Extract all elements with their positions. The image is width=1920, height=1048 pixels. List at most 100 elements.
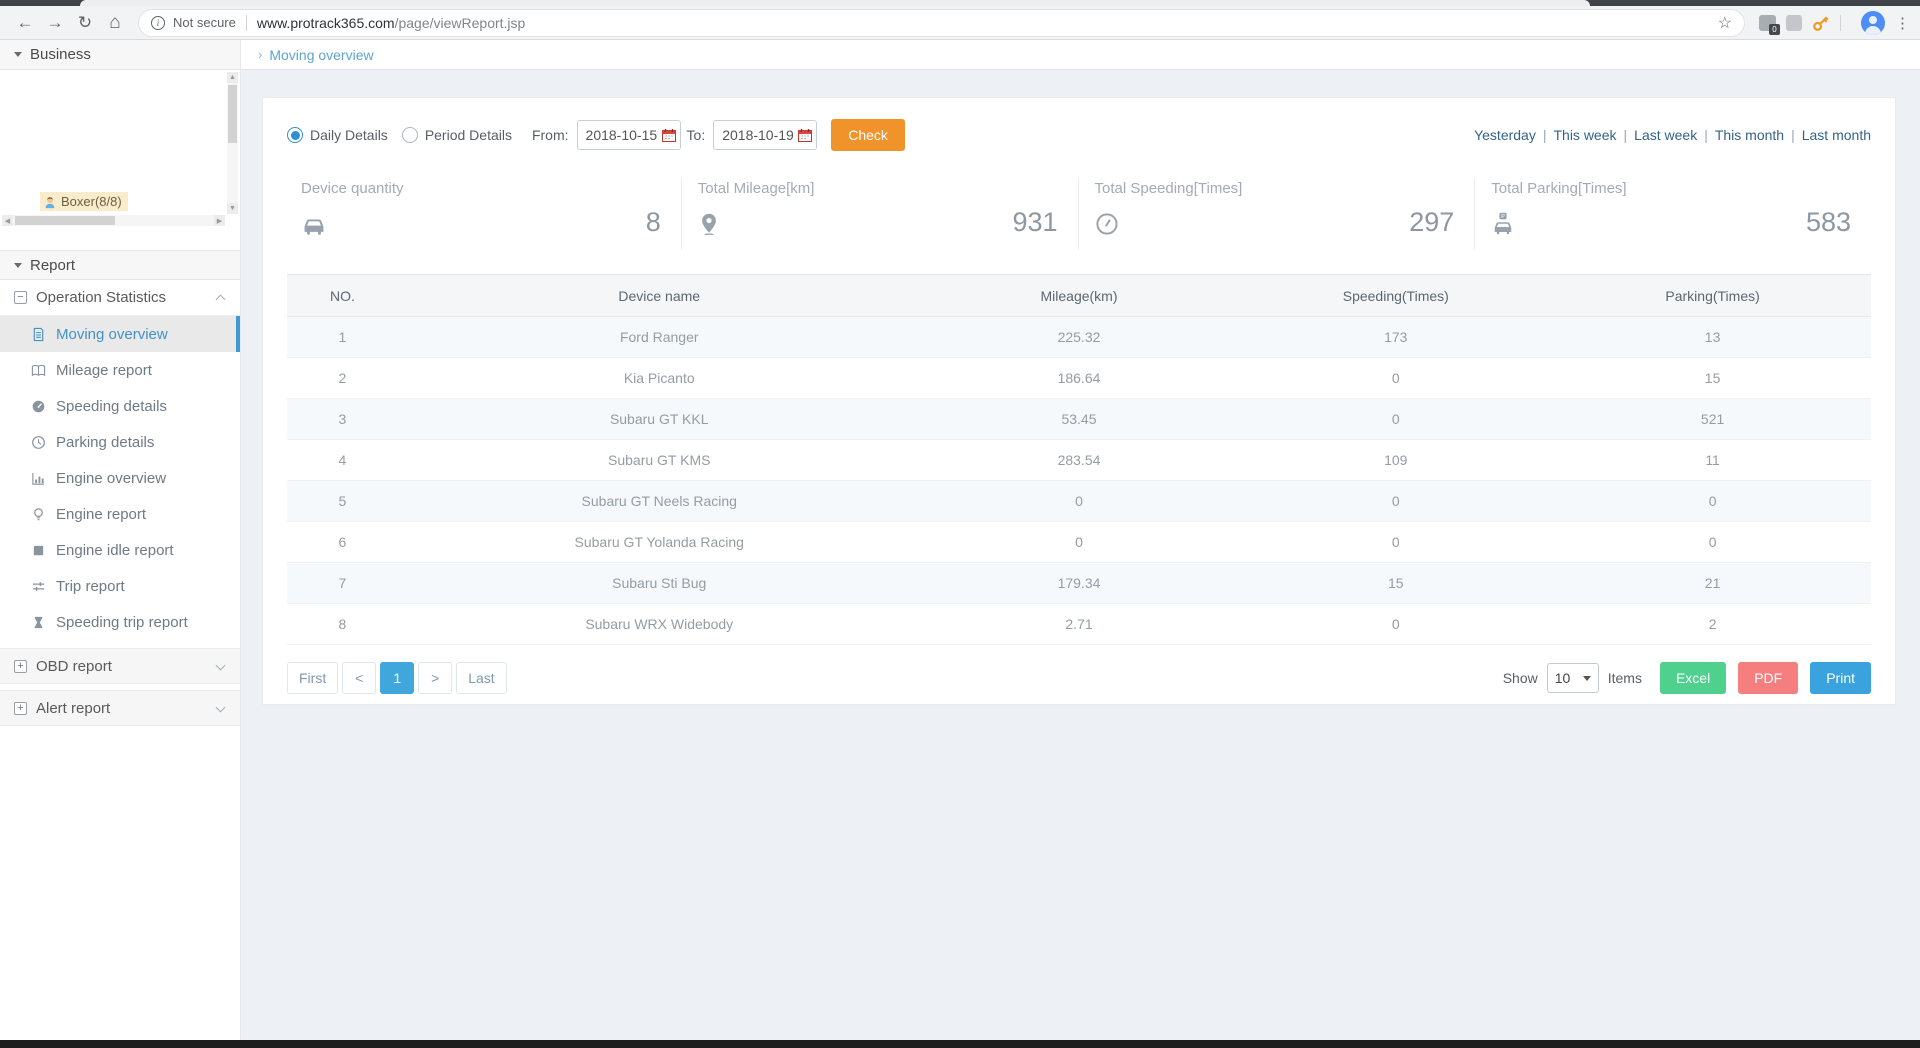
sidebar-item-engine-overview[interactable]: Engine overview bbox=[0, 460, 240, 496]
table-row: 5Subaru GT Neels Racing000 bbox=[287, 481, 1871, 522]
extension-icon-2[interactable] bbox=[1786, 15, 1802, 31]
page-last-button[interactable]: Last bbox=[456, 662, 506, 694]
speedometer-icon bbox=[1095, 212, 1119, 236]
cell-device[interactable]: Subaru WRX Widebody bbox=[398, 604, 921, 645]
stat-total-mileage: Total Mileage[km] 931 bbox=[681, 178, 1078, 250]
sidebar-item-engine-idle-report[interactable]: Engine idle report bbox=[0, 532, 240, 568]
breadcrumb-arrow-icon: › bbox=[258, 47, 262, 62]
cell-device[interactable]: Subaru GT KKL bbox=[398, 399, 921, 440]
browser-menu-icon[interactable]: ⋮ bbox=[1895, 14, 1910, 32]
quick-link[interactable]: Last week bbox=[1634, 127, 1697, 143]
browser-active-tab[interactable] bbox=[80, 0, 1590, 6]
sidebar-header-report[interactable]: Report bbox=[0, 250, 240, 280]
section-alert-report[interactable]: + Alert report bbox=[0, 690, 240, 726]
stat-value: 583 bbox=[1806, 209, 1851, 236]
info-icon[interactable]: i bbox=[151, 16, 165, 30]
sidebar-header-business[interactable]: Business bbox=[0, 40, 240, 70]
cell-no: 8 bbox=[287, 604, 398, 645]
quick-link-separator: | bbox=[1784, 127, 1802, 143]
horizontal-scroll-thumb[interactable] bbox=[15, 216, 115, 225]
from-date-input[interactable] bbox=[586, 127, 658, 143]
url-path: /page/viewReport.jsp bbox=[395, 15, 526, 31]
tree-vertical-scrollbar[interactable]: ▲ ▼ bbox=[227, 72, 238, 214]
scroll-left-icon[interactable]: ◀ bbox=[2, 215, 13, 226]
to-date-input[interactable] bbox=[722, 127, 794, 143]
collapse-box-icon[interactable]: − bbox=[14, 291, 27, 304]
security-label: Not secure bbox=[173, 15, 236, 30]
key-icon[interactable] bbox=[1812, 14, 1830, 32]
quick-link[interactable]: Last month bbox=[1802, 127, 1871, 143]
stat-label: Total Parking[Times] bbox=[1491, 180, 1871, 197]
to-date-field[interactable] bbox=[713, 120, 817, 150]
calendar-icon[interactable] bbox=[798, 128, 812, 142]
page-prev-button[interactable]: < bbox=[342, 662, 376, 694]
select-arrow-icon bbox=[1583, 676, 1591, 681]
section-operation-statistics[interactable]: − Operation Statistics bbox=[0, 280, 240, 316]
quick-link-separator: | bbox=[1617, 127, 1635, 143]
report-table: NO.Device nameMileage(km)Speeding(Times)… bbox=[287, 274, 1871, 645]
breadcrumb: › Moving overview bbox=[241, 40, 1920, 70]
sidebar-item-label: Engine overview bbox=[56, 470, 166, 487]
scroll-right-icon[interactable]: ▶ bbox=[214, 215, 225, 226]
expand-box-icon[interactable]: + bbox=[14, 660, 27, 673]
page-size-select[interactable]: 10 bbox=[1547, 663, 1599, 693]
cell-device[interactable]: Ford Ranger bbox=[398, 317, 921, 358]
back-icon[interactable]: ← bbox=[10, 9, 40, 37]
cell-device[interactable]: Subaru Sti Bug bbox=[398, 563, 921, 604]
sidebar-item-label: Engine idle report bbox=[56, 542, 174, 559]
book-icon bbox=[31, 363, 46, 378]
daily-details-radio[interactable] bbox=[287, 127, 303, 143]
period-details-radio[interactable] bbox=[402, 127, 418, 143]
vertical-scroll-thumb[interactable] bbox=[228, 85, 237, 143]
sidebar-item-speeding-trip-report[interactable]: Speeding trip report bbox=[0, 604, 240, 640]
sidebar-item-moving-overview[interactable]: Moving overview bbox=[0, 316, 240, 352]
collapse-triangle-icon bbox=[14, 52, 22, 57]
quick-link[interactable]: Yesterday bbox=[1474, 127, 1536, 143]
print-button[interactable]: Print bbox=[1810, 662, 1871, 694]
tree-node-boxer[interactable]: Boxer(8/8) bbox=[40, 192, 128, 211]
cell-mileage: 0 bbox=[921, 522, 1238, 563]
forward-icon[interactable]: → bbox=[40, 9, 70, 37]
page-first-button[interactable]: First bbox=[287, 662, 338, 694]
scroll-up-icon[interactable]: ▲ bbox=[227, 72, 238, 83]
scroll-down-icon[interactable]: ▼ bbox=[227, 203, 238, 214]
calendar-icon[interactable] bbox=[662, 128, 676, 142]
cell-no: 4 bbox=[287, 440, 398, 481]
sidebar-item-mileage-report[interactable]: Mileage report bbox=[0, 352, 240, 388]
breadcrumb-label[interactable]: Moving overview bbox=[269, 47, 373, 63]
from-date-field[interactable] bbox=[577, 120, 681, 150]
pdf-button[interactable]: PDF bbox=[1738, 662, 1798, 694]
reload-icon[interactable]: ↻ bbox=[70, 9, 100, 37]
address-bar[interactable]: i Not secure www.protrack365.com/page/vi… bbox=[138, 9, 1745, 37]
home-icon[interactable]: ⌂ bbox=[100, 9, 130, 37]
bookmark-star-icon[interactable]: ☆ bbox=[1718, 13, 1732, 33]
sidebar-item-parking-details[interactable]: Parking details bbox=[0, 424, 240, 460]
excel-button[interactable]: Excel bbox=[1660, 662, 1726, 694]
cell-no: 5 bbox=[287, 481, 398, 522]
sidebar-item-engine-report[interactable]: Engine report bbox=[0, 496, 240, 532]
quick-link[interactable]: This week bbox=[1553, 127, 1616, 143]
stat-value: 297 bbox=[1409, 209, 1454, 236]
extension-icon[interactable]: 0 bbox=[1759, 15, 1776, 31]
profile-avatar[interactable] bbox=[1861, 11, 1885, 35]
expand-box-icon[interactable]: + bbox=[14, 702, 27, 715]
cell-device[interactable]: Subaru GT KMS bbox=[398, 440, 921, 481]
quick-link-separator: | bbox=[1697, 127, 1715, 143]
column-header: Speeding(Times) bbox=[1237, 275, 1554, 317]
page-next-button[interactable]: > bbox=[418, 662, 452, 694]
cell-parking: 15 bbox=[1554, 358, 1871, 399]
sidebar-item-trip-report[interactable]: Trip report bbox=[0, 568, 240, 604]
table-row: 1Ford Ranger225.3217313 bbox=[287, 317, 1871, 358]
stat-value: 8 bbox=[646, 209, 661, 236]
cell-device[interactable]: Kia Picanto bbox=[398, 358, 921, 399]
square-icon bbox=[31, 543, 46, 558]
daily-details-label: Daily Details bbox=[310, 127, 388, 143]
sidebar-item-speeding-details[interactable]: Speeding details bbox=[0, 388, 240, 424]
section-obd-report[interactable]: + OBD report bbox=[0, 648, 240, 684]
quick-link[interactable]: This month bbox=[1715, 127, 1784, 143]
tree-horizontal-scrollbar[interactable]: ◀ ▶ bbox=[2, 215, 225, 226]
cell-device: Subaru GT Yolanda Racing bbox=[398, 522, 921, 563]
page-number-button[interactable]: 1 bbox=[380, 662, 414, 694]
stat-total-speeding: Total Speeding[Times] 297 bbox=[1078, 178, 1475, 250]
check-button[interactable]: Check bbox=[831, 119, 905, 151]
